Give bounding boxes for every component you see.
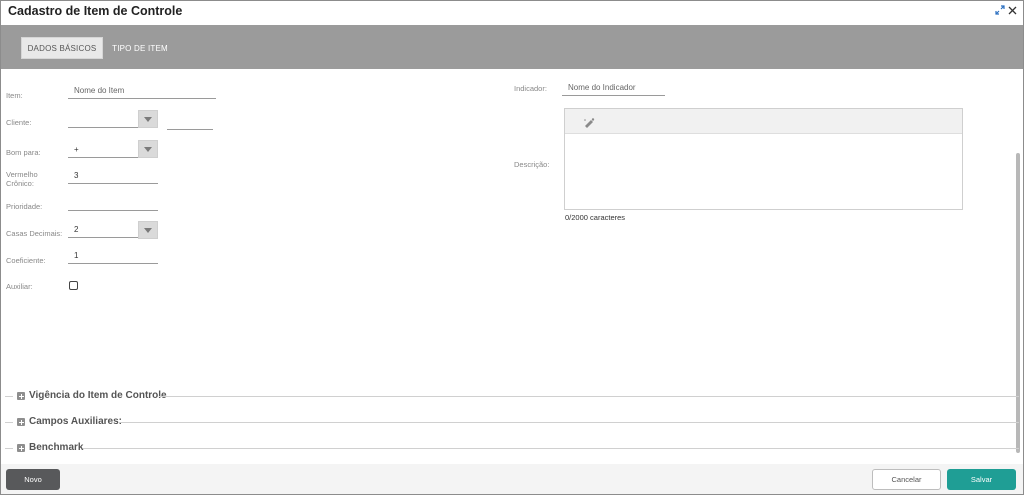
vermelho-cronico-label: Vermelho Crônico: — [6, 170, 38, 188]
title-bar-controls — [995, 4, 1017, 16]
indicador-input[interactable]: Nome do Indicador — [562, 82, 665, 96]
descricao-label: Descrição: — [514, 160, 550, 169]
tab-dados-basicos[interactable]: DADOS BÁSICOS — [21, 37, 103, 59]
section-divider — [5, 448, 13, 449]
section-divider — [5, 396, 13, 397]
indicador-label: Indicador: — [514, 84, 547, 93]
item-name-input[interactable]: Nome do Item — [68, 85, 216, 99]
tab-tipo-de-item[interactable]: TIPO DE ITEM — [109, 37, 171, 59]
prioridade-input[interactable] — [68, 197, 158, 211]
cliente-code-input[interactable] — [167, 116, 213, 130]
section-divider — [159, 396, 1019, 397]
tab-bar: DADOS BÁSICOS TIPO DE ITEM — [1, 25, 1023, 69]
auxiliar-label: Auxiliar: — [6, 282, 33, 291]
vertical-scrollbar[interactable] — [1016, 153, 1020, 453]
dialog-footer: Novo Cancelar Salvar — [1, 464, 1023, 494]
expand-icon[interactable] — [17, 444, 25, 452]
dialog-window: Cadastro de Item de Controle DADOS BÁSIC… — [0, 0, 1024, 495]
expand-icon[interactable] — [17, 418, 25, 426]
section-title-vigencia[interactable]: Vigência do Item de Controle — [29, 389, 167, 403]
restore-icon[interactable] — [995, 4, 1005, 16]
cliente-select[interactable] — [68, 114, 139, 128]
editor-toolbar — [565, 109, 962, 134]
novo-button[interactable]: Novo — [6, 469, 60, 490]
title-bar: Cadastro de Item de Controle — [1, 1, 1023, 23]
bom-para-dropdown-button[interactable] — [138, 140, 158, 158]
form-content: Item: Nome do Item Cliente: Bom para: + … — [1, 69, 1023, 464]
coeficiente-input[interactable]: 1 — [68, 250, 158, 264]
section-campos-auxiliares: Campos Auxiliares: — [1, 415, 1019, 429]
descricao-editor[interactable] — [564, 108, 963, 210]
section-benchmark: Benchmark — [1, 441, 1019, 455]
item-label: Item: — [6, 91, 23, 100]
section-title-benchmark[interactable]: Benchmark — [29, 441, 83, 455]
casas-decimais-dropdown-button[interactable] — [138, 221, 158, 239]
close-icon[interactable] — [1007, 4, 1017, 16]
section-title-campos-auxiliares[interactable]: Campos Auxiliares: — [29, 415, 122, 429]
cliente-dropdown-button[interactable] — [138, 110, 158, 128]
prioridade-label: Prioridade: — [6, 202, 43, 211]
vermelho-cronico-input[interactable]: 3 — [68, 170, 158, 184]
character-count: 0/2000 caracteres — [565, 213, 626, 222]
cancel-button[interactable]: Cancelar — [872, 469, 941, 490]
casas-decimais-select[interactable]: 2 — [68, 224, 139, 238]
expand-icon[interactable] — [17, 392, 25, 400]
auxiliar-checkbox[interactable] — [69, 281, 78, 290]
section-vigencia: Vigência do Item de Controle — [1, 389, 1019, 403]
edit-pencil-icon[interactable] — [583, 115, 597, 128]
coeficiente-label: Coeficiente: — [6, 256, 46, 265]
dialog-title: Cadastro de Item de Controle — [8, 4, 183, 18]
cliente-label: Cliente: — [6, 118, 32, 127]
bom-para-select[interactable]: + — [68, 144, 139, 158]
casas-decimais-label: Casas Decimais: — [6, 229, 63, 238]
section-divider — [83, 448, 1019, 449]
bom-para-label: Bom para: — [6, 148, 41, 157]
save-button[interactable]: Salvar — [947, 469, 1016, 490]
section-divider — [119, 422, 1019, 423]
section-divider — [5, 422, 13, 423]
